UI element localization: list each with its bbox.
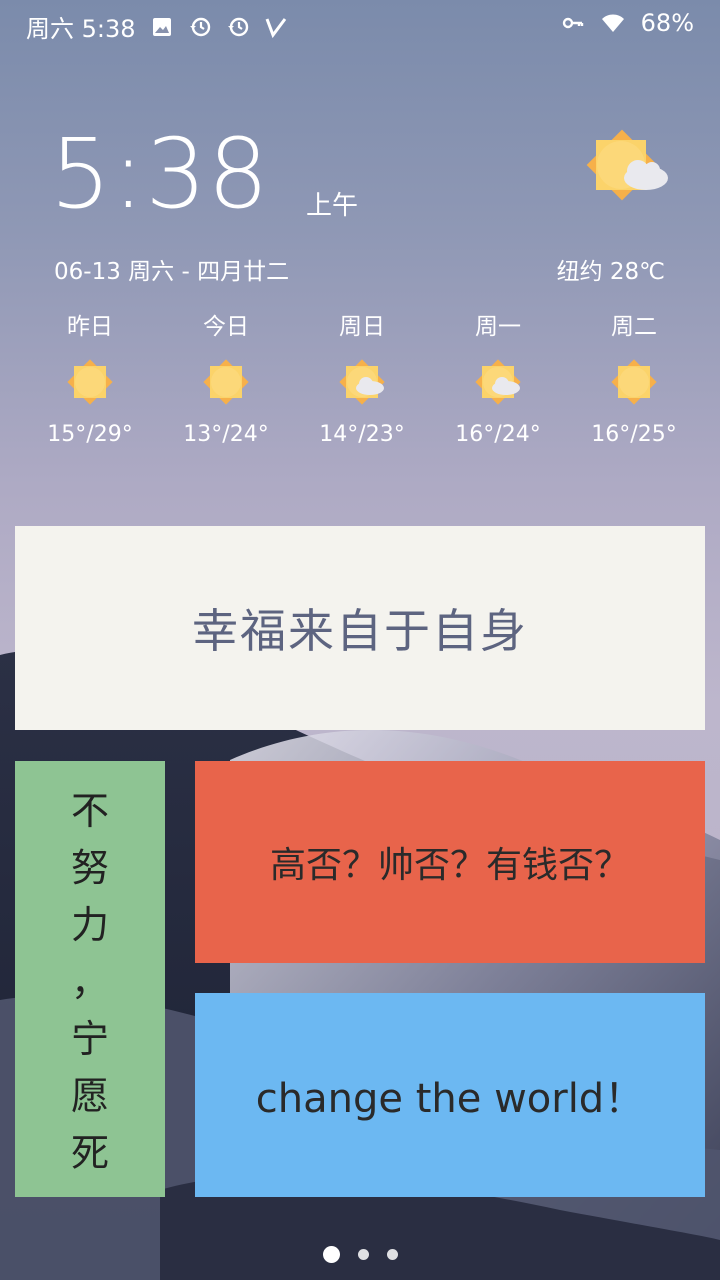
sun-cloud-icon[interactable] — [572, 118, 672, 218]
vertical-char: 不 — [70, 789, 109, 833]
clock-time: 5:38 — [50, 118, 270, 230]
forecast-day-label: 昨日 — [67, 314, 113, 340]
quote-card-happiness[interactable]: 幸福来自于自身 — [15, 526, 705, 730]
sun-cloud-icon — [475, 359, 521, 405]
vertical-char: ， — [70, 960, 109, 1004]
sun-icon — [611, 359, 657, 405]
forecast-day[interactable]: 周一 16°/24° — [430, 310, 566, 460]
forecast-day-label: 今日 — [203, 314, 249, 340]
city-temperature[interactable]: 纽约 28℃ — [557, 252, 665, 286]
v-app-icon — [265, 17, 286, 38]
quote-card-red[interactable]: 高否？帅否？有钱否？ — [195, 761, 705, 963]
forecast-temp: 15°/29° — [47, 422, 133, 447]
forecast-day-label: 周二 — [611, 314, 657, 340]
forecast-temp: 14°/23° — [319, 422, 405, 447]
vertical-char: 宁 — [70, 1017, 109, 1061]
vertical-char: 努 — [70, 846, 109, 890]
vertical-char: 死 — [70, 1131, 109, 1175]
page-indicator[interactable] — [0, 1246, 720, 1263]
quote-red-text: 高否？帅否？有钱否？ — [269, 845, 630, 886]
forecast-temp: 16°/24° — [455, 422, 541, 447]
history-icon — [227, 17, 248, 36]
forecast-day[interactable]: 周二 16°/25° — [566, 310, 702, 460]
forecast-day[interactable]: 昨日 15°/29° — [22, 310, 158, 460]
forecast-temp: 16°/25° — [591, 422, 677, 447]
key-icon — [562, 17, 583, 29]
date-line: 06-13 周六 - 四月廿二 — [54, 259, 290, 285]
status-day-time: 周六 5:38 — [26, 15, 136, 43]
forecast-temp: 13°/24° — [183, 422, 269, 447]
sun-cloud-icon — [339, 359, 385, 405]
sun-icon — [67, 359, 113, 405]
quote-blue-text: change the world！ — [255, 1076, 645, 1122]
quote-happiness-text: 幸福来自于自身 — [192, 604, 528, 658]
forecast-day[interactable]: 今日 13°/24° — [158, 310, 294, 460]
battery-percent: 68% — [640, 9, 694, 37]
wifi-icon — [601, 14, 624, 32]
forecast-row: 昨日 15°/29° 今日 13°/24° 周日 14°/23° 周一 16°/… — [22, 310, 702, 460]
page-dot-active[interactable] — [322, 1246, 340, 1263]
vertical-char: 力 — [70, 903, 109, 947]
vertical-char: 愿 — [70, 1074, 109, 1118]
forecast-day[interactable]: 周日 14°/23° — [294, 310, 430, 460]
forecast-day-label: 周一 — [475, 314, 521, 340]
vertical-text: 不 努 力 ， 宁 愿 死 — [15, 783, 165, 1182]
forecast-day-label: 周日 — [339, 314, 385, 340]
history-icon — [189, 17, 210, 36]
clock-ampm: 上午 — [306, 191, 359, 221]
sun-icon — [203, 359, 249, 405]
page-dot[interactable] — [386, 1249, 398, 1260]
page-dot[interactable] — [357, 1249, 369, 1260]
quote-card-blue[interactable]: change the world！ — [195, 993, 705, 1197]
image-icon — [152, 17, 171, 36]
quote-card-vertical[interactable]: 不 努 力 ， 宁 愿 死 — [15, 761, 165, 1197]
status-bar: 周六 5:38 68% — [0, 0, 720, 46]
clock-widget[interactable]: 5:38 上午 — [50, 118, 358, 230]
